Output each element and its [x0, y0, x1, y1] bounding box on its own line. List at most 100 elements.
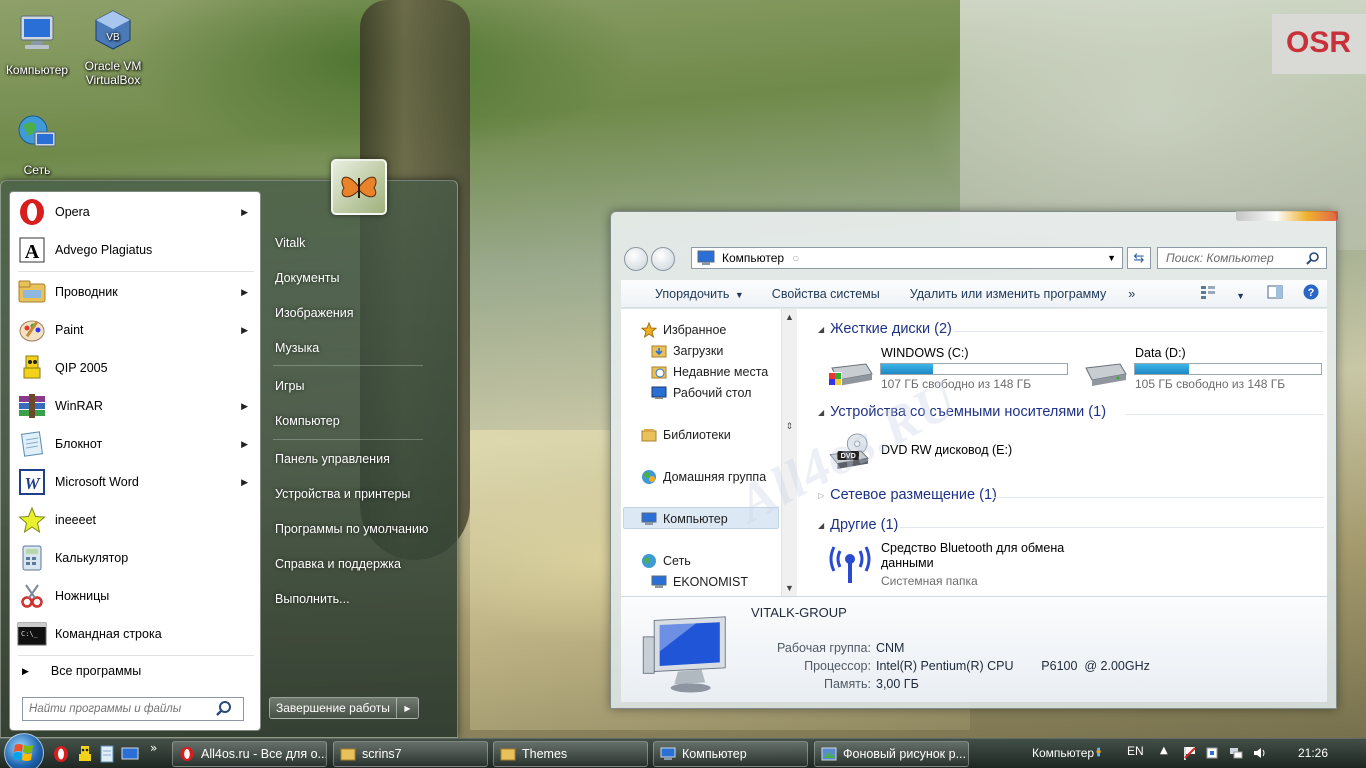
start-button[interactable]	[4, 733, 44, 768]
language-indicator[interactable]: EN	[1127, 744, 1144, 758]
nav-computer[interactable]: Компьютер	[641, 509, 728, 529]
scroll-up-icon[interactable]: ▲	[782, 312, 797, 322]
program-calculator[interactable]: Калькулятор	[12, 540, 258, 576]
search-icon[interactable]	[215, 700, 233, 718]
address-toolbar-label[interactable]: Компьютер	[1032, 746, 1094, 760]
taskbar-button-themes[interactable]: Themes	[493, 741, 648, 767]
submenu-arrow-icon[interactable]: ▶	[241, 325, 248, 336]
preview-pane-icon[interactable]	[1267, 285, 1283, 302]
place-user[interactable]: Vitalk	[275, 236, 305, 250]
program-cmd[interactable]: C:\_ Командная строка	[12, 616, 258, 652]
organize-button[interactable]: Упорядочить ▼	[638, 287, 744, 301]
program-scissors[interactable]: Ножницы	[12, 578, 258, 614]
flag-alert-icon[interactable]	[1182, 746, 1196, 760]
clock-time[interactable]: 21:26	[1298, 746, 1328, 760]
more-commands-button[interactable]: »	[1128, 287, 1135, 301]
all-programs-button[interactable]: ▶ Все программы	[12, 658, 258, 684]
nav-homegroup[interactable]: Домашняя группа	[641, 467, 766, 487]
place-games[interactable]: Игры	[275, 379, 304, 393]
network-status-icon[interactable]	[1229, 746, 1243, 760]
program-label: Microsoft Word	[55, 475, 139, 489]
collapse-triangle-icon[interactable]: ◢	[818, 325, 824, 334]
taskbar-button-scrins7[interactable]: scrins7	[333, 741, 488, 767]
shutdown-options-arrow-icon[interactable]: ▶	[397, 697, 419, 719]
drive-d[interactable]: Data (D:) 105 ГБ свободно из 148 ГБ	[1080, 346, 1330, 391]
nav-downloads[interactable]: Загрузки	[651, 341, 723, 361]
start-search-box[interactable]	[22, 697, 244, 721]
group-header-removable[interactable]: ◢ Устройства со съемными носителями (1)	[818, 404, 1106, 420]
scroll-thumb-grip-icon[interactable]: ⇕	[782, 421, 797, 432]
back-button[interactable]	[624, 247, 648, 271]
forward-button[interactable]	[651, 247, 675, 271]
drive-c[interactable]: WINDOWS (C:) 107 ГБ свободно из 148 ГБ	[826, 346, 1076, 391]
explorer-search-box[interactable]: Поиск: Компьютер	[1157, 247, 1327, 269]
collapse-triangle-icon[interactable]: ◢	[818, 408, 824, 417]
help-icon[interactable]: ?	[1303, 284, 1319, 303]
place-run[interactable]: Выполнить...	[275, 592, 350, 606]
refresh-button[interactable]: ⇆	[1127, 247, 1151, 269]
nav-libraries[interactable]: Библиотеки	[641, 425, 731, 445]
place-documents[interactable]: Документы	[275, 271, 339, 285]
group-header-hdd[interactable]: ◢ Жесткие диски (2)	[818, 321, 952, 337]
bluetooth-folder[interactable]: Средство Bluetooth для обмена данными Си…	[826, 541, 1076, 588]
opera-icon[interactable]	[52, 745, 70, 763]
scroll-down-icon[interactable]: ▼	[782, 583, 797, 593]
group-header-other[interactable]: ◢ Другие (1)	[818, 517, 898, 533]
submenu-arrow-icon[interactable]: ▶	[241, 477, 248, 488]
submenu-arrow-icon[interactable]: ▶	[241, 287, 248, 298]
shutdown-button[interactable]: Завершение работы	[269, 697, 397, 719]
collapse-triangle-icon[interactable]: ◢	[818, 521, 824, 530]
network-adapter-icon[interactable]	[1095, 745, 1105, 759]
expand-triangle-icon[interactable]: ▷	[818, 491, 824, 500]
nav-network-pc[interactable]: EKONOMIST	[651, 572, 748, 592]
group-header-network[interactable]: ▷ Сетевое размещение (1)	[818, 487, 997, 503]
submenu-arrow-icon[interactable]: ▶	[241, 439, 248, 450]
taskbar-button-wallpaper[interactable]: Фоновый рисунок р...	[814, 741, 969, 767]
place-control-panel[interactable]: Панель управления	[275, 452, 390, 466]
drive-dvd[interactable]: DVD DVD RW дисковод (E:)	[826, 427, 1076, 471]
program-advego[interactable]: A Advego Plagiatus	[12, 232, 258, 268]
desktop-icon-network[interactable]: Сеть	[0, 112, 74, 177]
notepad-icon[interactable]	[98, 745, 116, 763]
qip-icon[interactable]	[76, 745, 94, 763]
program-opera[interactable]: Opera ▶	[12, 194, 258, 230]
user-avatar[interactable]	[331, 159, 387, 215]
view-options-icon[interactable]: ▼	[1200, 285, 1245, 302]
uninstall-program-button[interactable]: Удалить или изменить программу	[910, 287, 1107, 301]
address-bar[interactable]: Компьютер ○ ▼	[691, 247, 1123, 269]
taskbar-button-opera[interactable]: All4os.ru - Все для о...	[172, 741, 327, 767]
nav-favorites[interactable]: Избранное	[641, 320, 726, 340]
place-computer[interactable]: Компьютер	[275, 414, 340, 428]
usb-device-icon[interactable]	[1205, 746, 1219, 760]
submenu-arrow-icon[interactable]: ▶	[241, 207, 248, 218]
place-default-programs[interactable]: Программы по умолчанию	[275, 522, 428, 536]
place-help[interactable]: Справка и поддержка	[275, 557, 401, 571]
nav-scrollbar[interactable]: ▲ ⇕ ▼	[781, 309, 797, 596]
start-search-input[interactable]	[29, 703, 215, 715]
program-explorer[interactable]: Проводник ▶	[12, 274, 258, 310]
submenu-arrow-icon[interactable]: ▶	[241, 401, 248, 412]
program-ineeeet[interactable]: ineeeet	[12, 502, 258, 538]
show-desktop-icon[interactable]	[121, 745, 139, 763]
nav-desktop[interactable]: Рабочий стол	[651, 383, 751, 403]
place-music[interactable]: Музыка	[275, 341, 319, 355]
nav-recent[interactable]: Недавние места	[651, 362, 768, 382]
quick-launch-more-icon[interactable]: »	[150, 741, 157, 755]
program-winrar[interactable]: WinRAR ▶	[12, 388, 258, 424]
nav-network[interactable]: Сеть	[641, 551, 691, 571]
desktop-icon-computer[interactable]: Компьютер	[0, 12, 74, 77]
desktop-icon-virtualbox[interactable]: VB Oracle VM VirtualBox	[76, 8, 150, 87]
system-properties-button[interactable]: Свойства системы	[772, 287, 880, 301]
search-icon[interactable]	[1306, 251, 1320, 265]
program-label: QIP 2005	[55, 361, 108, 375]
taskbar-button-computer[interactable]: Компьютер	[653, 741, 808, 767]
place-pictures[interactable]: Изображения	[275, 306, 354, 320]
volume-icon[interactable]	[1253, 746, 1267, 760]
program-qip[interactable]: QIP 2005	[12, 350, 258, 386]
place-devices-printers[interactable]: Устройства и принтеры	[275, 487, 410, 501]
program-paint[interactable]: Paint ▶	[12, 312, 258, 348]
address-dropdown-icon[interactable]: ▼	[1107, 253, 1116, 263]
program-notepad[interactable]: Блокнот ▶	[12, 426, 258, 462]
program-word[interactable]: W Microsoft Word ▶	[12, 464, 258, 500]
tray-show-hidden-icon[interactable]: ▲	[1160, 745, 1168, 756]
